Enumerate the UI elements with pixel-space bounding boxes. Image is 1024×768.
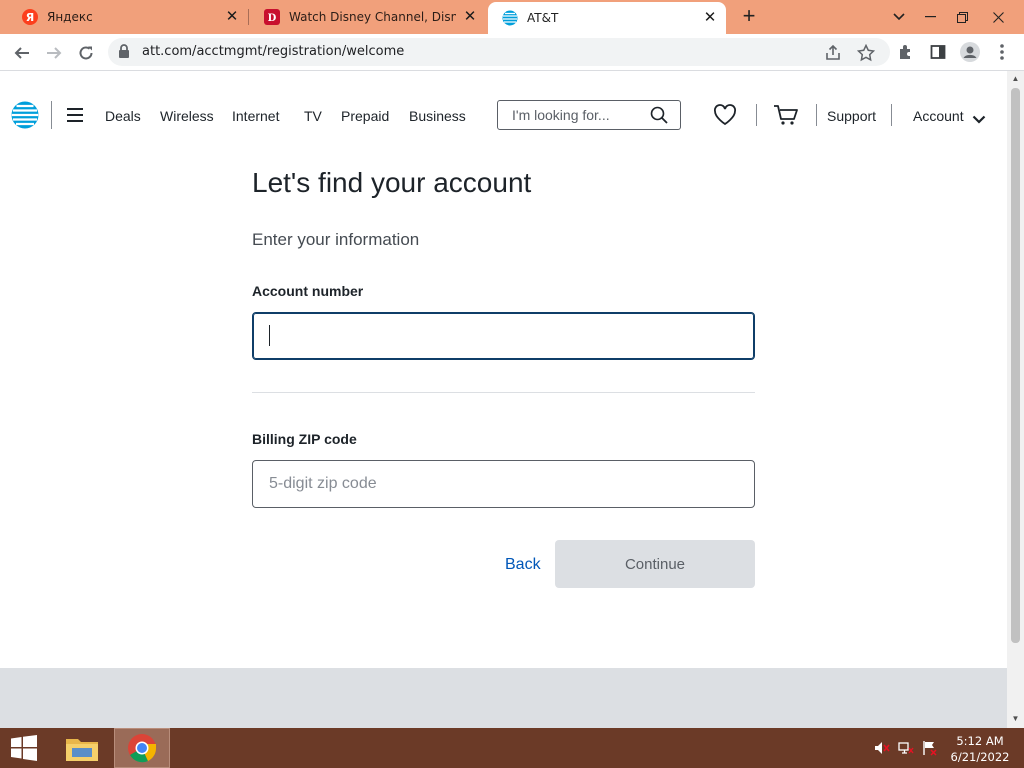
clock-time: 5:12 AM [956, 734, 1004, 748]
side-panel-icon[interactable] [928, 42, 948, 62]
page-title: Let's find your account [252, 167, 532, 198]
site-search-box[interactable] [497, 100, 681, 130]
account-number-input[interactable] [252, 312, 755, 360]
yandex-icon: Я [22, 9, 38, 25]
att-globe-icon [502, 10, 518, 26]
windows-start-icon[interactable] [0, 728, 48, 768]
svg-text:D: D [268, 13, 277, 24]
continue-button[interactable]: Continue [555, 540, 755, 588]
nav-prepaid[interactable]: Prepaid [341, 108, 389, 124]
site-header: Deals Wireless Internet TV Prepaid Busin… [0, 71, 1007, 161]
chrome-taskbar-icon[interactable] [114, 728, 170, 768]
file-explorer-icon[interactable] [54, 728, 110, 768]
back-arrow-icon[interactable] [8, 39, 36, 67]
nav-support[interactable]: Support [827, 108, 876, 124]
tab-title: AT&T [527, 11, 559, 25]
scrollbar-thumb[interactable] [1011, 88, 1020, 643]
system-clock[interactable]: 5:12 AM 6/21/2022 [944, 733, 1016, 765]
form-divider [252, 392, 755, 393]
tab-title: Яндекс [47, 10, 93, 24]
nav-business[interactable]: Business [409, 108, 466, 124]
disney-icon: D [264, 9, 280, 25]
hamburger-menu-icon[interactable] [67, 108, 83, 122]
close-tab-icon[interactable]: ✕ [462, 9, 478, 25]
header-divider [51, 101, 52, 129]
close-tab-icon[interactable]: ✕ [224, 9, 240, 25]
clock-date: 6/21/2022 [950, 750, 1010, 764]
page-scrollbar[interactable]: ▲ ▼ [1007, 71, 1024, 728]
scroll-up-arrow-icon[interactable]: ▲ [1011, 74, 1020, 83]
tab-title: Watch Disney Channel, Disney Ju [289, 10, 456, 24]
tab-yandex[interactable]: Я Яндекс ✕ [8, 0, 248, 34]
svg-text:Я: Я [26, 11, 34, 24]
tab-separator [248, 9, 249, 25]
volume-muted-icon[interactable] [874, 740, 890, 756]
restore-icon[interactable] [946, 0, 978, 34]
lock-icon[interactable] [118, 44, 130, 64]
forward-arrow-icon[interactable] [40, 39, 68, 67]
search-input[interactable] [512, 107, 642, 123]
tab-search-chevron-icon[interactable] [883, 0, 915, 34]
att-logo-icon[interactable] [11, 101, 39, 129]
header-divider [756, 104, 757, 126]
text-caret [269, 325, 270, 346]
registration-form: Let's find your account Enter your infor… [0, 161, 1007, 668]
profile-avatar-icon[interactable] [960, 42, 980, 62]
address-bar[interactable]: att.com/acctmgmt/registration/welcome [108, 38, 890, 66]
reload-icon[interactable] [72, 39, 100, 67]
nav-tv[interactable]: TV [304, 108, 322, 124]
new-tab-button[interactable]: + [738, 5, 760, 28]
search-icon[interactable] [650, 106, 668, 129]
favorites-heart-icon[interactable] [713, 104, 737, 131]
zip-code-label: Billing ZIP code [252, 431, 357, 447]
nav-account[interactable]: Account [913, 108, 964, 124]
share-icon[interactable] [824, 44, 842, 62]
nav-wireless[interactable]: Wireless [160, 108, 214, 124]
action-center-flag-icon[interactable] [922, 740, 938, 756]
bookmark-star-icon[interactable] [856, 43, 876, 62]
extensions-puzzle-icon[interactable] [896, 42, 916, 62]
header-divider [816, 104, 817, 126]
browser-toolbar: att.com/acctmgmt/registration/welcome [0, 34, 1024, 71]
back-link[interactable]: Back [505, 556, 541, 574]
tab-disney[interactable]: D Watch Disney Channel, Disney Ju ✕ [250, 0, 486, 34]
tab-att[interactable]: AT&T ✕ [488, 2, 726, 34]
close-tab-icon[interactable]: ✕ [702, 10, 718, 26]
minimize-icon[interactable] [914, 0, 946, 34]
footer-band [0, 668, 1007, 728]
zip-code-input[interactable] [252, 460, 755, 508]
form-subtitle: Enter your information [252, 230, 420, 249]
browser-tab-strip: Я Яндекс ✕ D Watch Disney Channel, Disne… [0, 0, 1024, 34]
browser-menu-icon[interactable] [992, 42, 1012, 62]
cart-icon[interactable] [773, 104, 799, 131]
scroll-down-arrow-icon[interactable]: ▼ [1011, 714, 1020, 723]
account-number-label: Account number [252, 283, 364, 299]
header-divider [891, 104, 892, 126]
nav-deals[interactable]: Deals [105, 108, 141, 124]
nav-internet[interactable]: Internet [232, 108, 279, 124]
windows-taskbar: 5:12 AM 6/21/2022 [0, 728, 1024, 768]
close-window-icon[interactable] [982, 0, 1014, 34]
chevron-down-icon[interactable] [972, 111, 986, 129]
url-text: att.com/acctmgmt/registration/welcome [142, 44, 405, 59]
network-icon[interactable] [898, 740, 914, 756]
